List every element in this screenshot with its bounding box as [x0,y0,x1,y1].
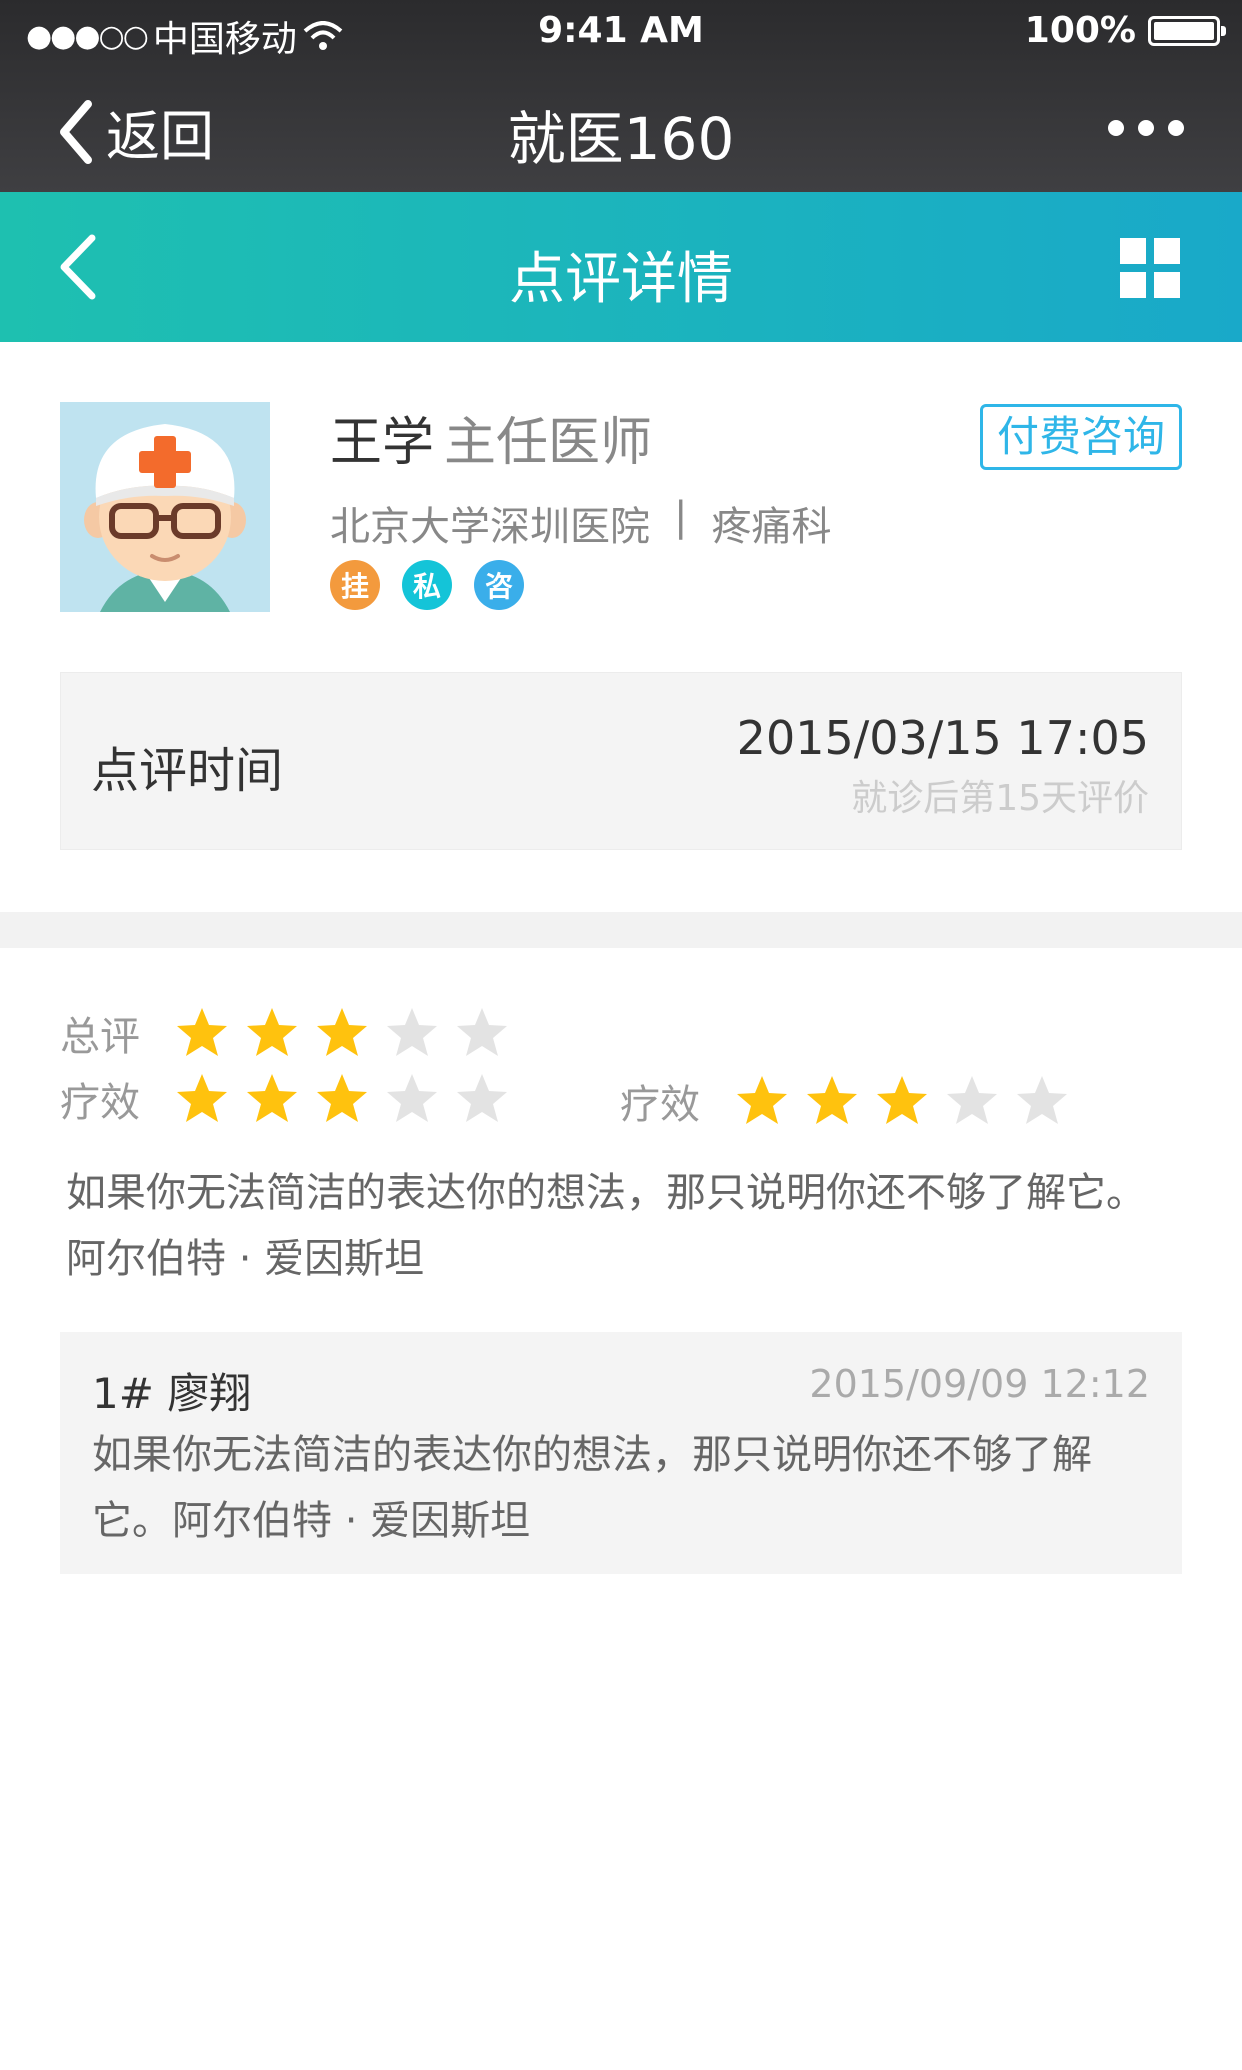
more-options-button[interactable] [1108,120,1184,136]
review-time-label: 点评时间 [91,743,284,799]
review-text-line2: 阿尔伯特 · 爱因斯坦 [66,1236,425,1282]
star-filled-icon [877,1076,927,1124]
star-empty-icon [1017,1076,1067,1124]
reply-date: 2015/09/09 12:12 [809,1362,1150,1406]
review-time-box: 点评时间 2015/03/15 17:05 就诊后第15天评价 [60,672,1182,850]
doctor-rank: 主任医师 [444,413,653,473]
star-empty-icon [387,1074,437,1122]
browser-title: 就医160 [507,105,735,173]
tag-register[interactable]: 挂 [330,560,380,610]
top-bar: ●●●○○ 中国移动 9:41 AM 100% 返回 就医160 [0,0,1242,192]
hospital-line: 北京大学深圳医院 | 疼痛科 [330,494,831,552]
review-text-line1: 如果你无法简洁的表达你的想法，那只说明你还不够了解它。 [66,1170,1146,1216]
rating-label: 疗效 [60,1080,140,1126]
star-filled-icon [247,1008,297,1056]
service-tags: 挂 私 咨 [330,560,524,610]
review-datetime: 2015/03/15 17:05 [736,711,1149,765]
star-empty-icon [387,1008,437,1056]
star-filled-icon [807,1076,857,1124]
review-content: 如果你无法简洁的表达你的想法，那只说明你还不够了解它。 阿尔伯特 · 爱因斯坦 [66,1160,1196,1292]
star-filled-icon [247,1074,297,1122]
doctor-name: 王学 [330,413,435,473]
doctor-avatar [60,402,270,612]
battery-percent: 100% [1024,10,1136,51]
review-visit-note: 就诊后第15天评价 [851,778,1149,819]
page-header: 点评详情 [0,192,1242,342]
rating-label: 疗效 [620,1082,700,1128]
star-rating [734,1073,1084,1129]
rating-overall: 总评 [60,1004,524,1062]
tag-consult[interactable]: 咨 [474,560,524,610]
star-filled-icon [317,1008,367,1056]
star-empty-icon [947,1076,997,1124]
star-empty-icon [457,1008,507,1056]
page-title: 点评详情 [509,247,733,312]
separator: | [674,494,688,540]
section-divider [0,912,1242,948]
reply-author: 1# 廖翔 [92,1369,252,1418]
browser-nav: 返回 就医160 [0,64,1242,192]
battery-info: 100% [1024,10,1226,51]
more-dot-icon [1108,120,1124,136]
star-filled-icon [177,1008,227,1056]
star-filled-icon [317,1074,367,1122]
rating-label: 总评 [60,1014,140,1060]
status-bar: ●●●○○ 中国移动 9:41 AM 100% [0,0,1242,64]
rating-effect: 疗效 [60,1070,524,1128]
tag-private[interactable]: 私 [402,560,452,610]
doctor-illustration-icon [60,402,270,612]
paid-consult-button[interactable]: 付费咨询 [980,404,1182,470]
star-rating [174,1005,524,1061]
star-rating [174,1071,524,1127]
star-filled-icon [177,1074,227,1122]
rating-effect-2: 疗效 [620,1072,1084,1130]
reply-text: 如果你无法简洁的表达你的想法，那只说明你还不够了解它。阿尔伯特 · 爱因斯坦 [92,1432,1092,1544]
battery-icon [1148,15,1226,46]
star-filled-icon [737,1076,787,1124]
more-dot-icon [1168,120,1184,136]
department-name: 疼痛科 [711,504,832,550]
more-dot-icon [1138,120,1154,136]
doctor-name-line: 王学 主任医师 [330,400,652,475]
star-empty-icon [457,1074,507,1122]
hospital-name: 北京大学深圳医院 [330,504,650,550]
reply-card: 1# 廖翔 2015/09/09 12:12 如果你无法简洁的表达你的想法，那只… [60,1332,1182,1574]
grid-menu-icon[interactable] [1120,238,1180,298]
